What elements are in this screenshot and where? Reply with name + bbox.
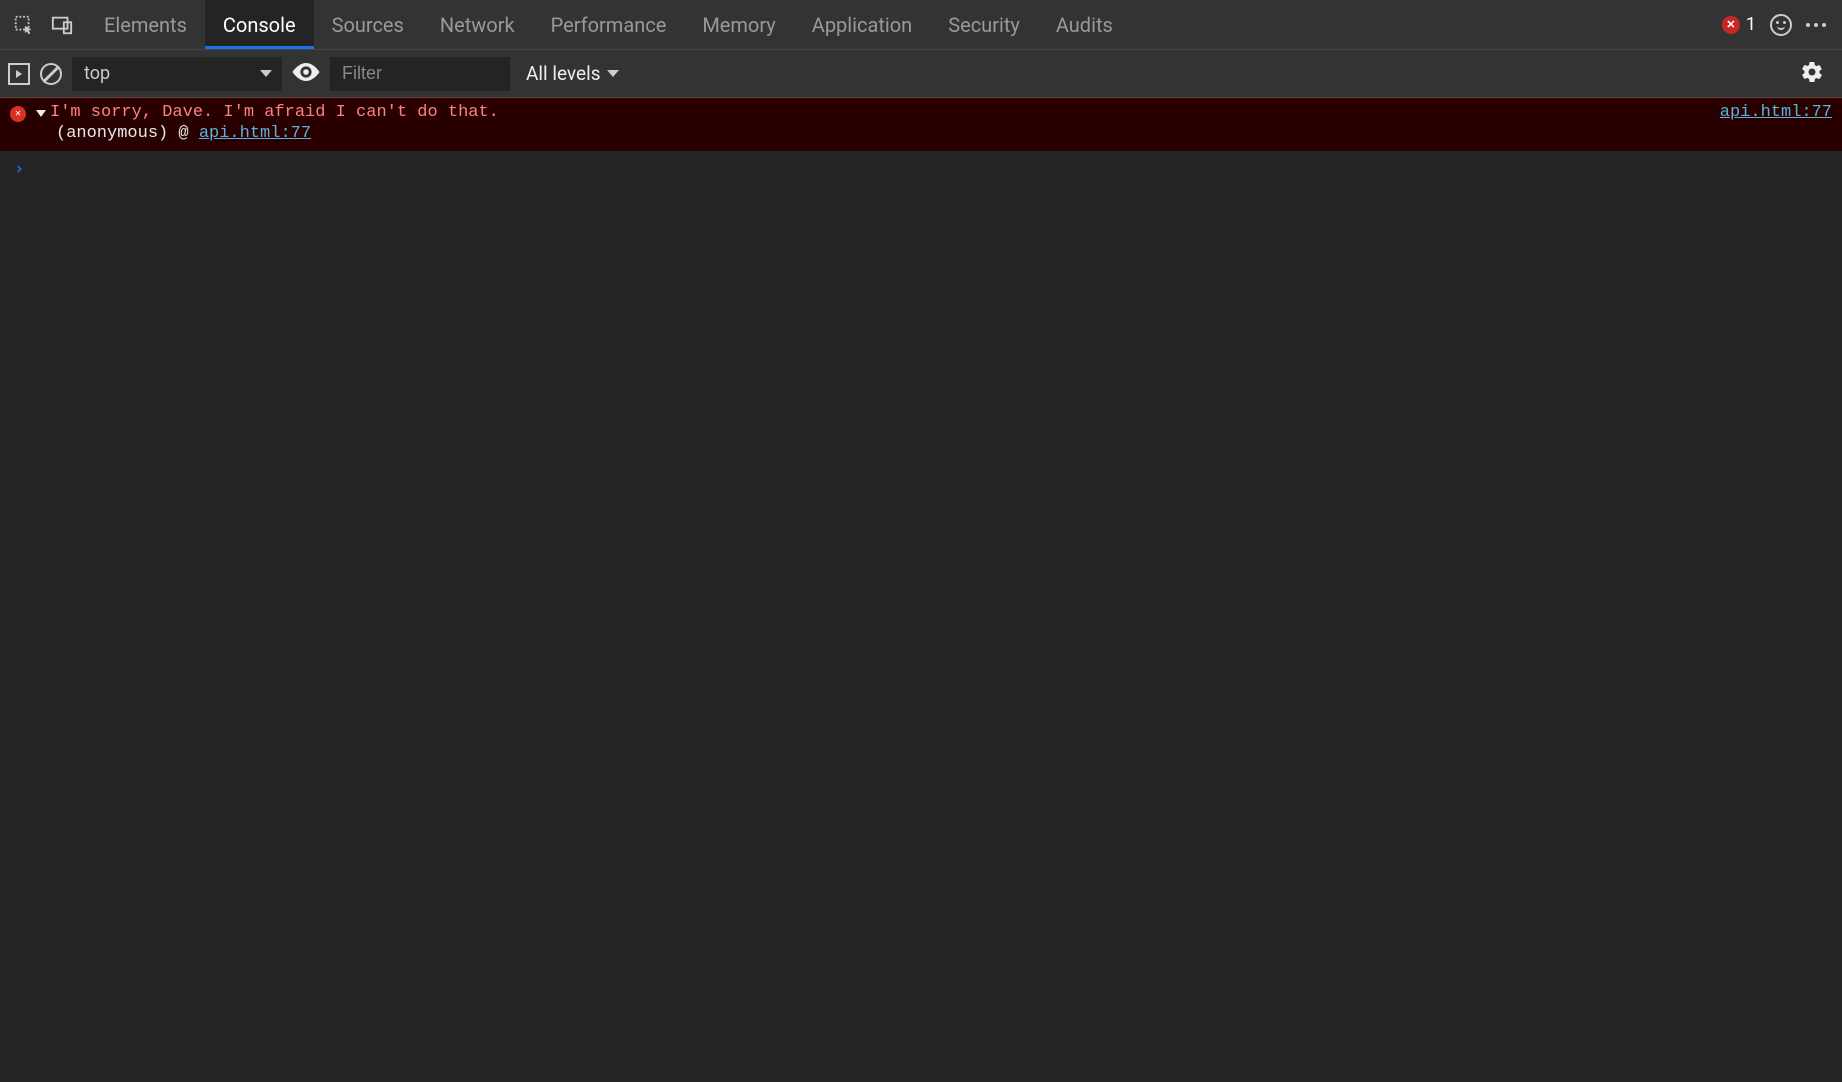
tab-network[interactable]: Network [422, 0, 533, 49]
stack-frame: (anonymous) [56, 124, 168, 143]
settings-icon[interactable] [1800, 60, 1824, 88]
error-icon: ✕ [1722, 16, 1740, 34]
devtools-tab-bar: Elements Console Sources Network Perform… [0, 0, 1842, 50]
tab-security[interactable]: Security [930, 0, 1038, 49]
feedback-icon[interactable] [1770, 14, 1792, 36]
tab-elements[interactable]: Elements [86, 0, 205, 49]
console-error-entry: ✕ I'm sorry, Dave. I'm afraid I can't do… [0, 98, 1842, 151]
tab-performance[interactable]: Performance [533, 0, 685, 49]
error-count-badge[interactable]: ✕ 1 [1722, 14, 1756, 35]
tab-bar-right: ✕ 1 [1722, 14, 1842, 36]
error-row: ✕ I'm sorry, Dave. I'm afraid I can't do… [10, 103, 1832, 122]
expand-toggle-icon[interactable] [36, 110, 46, 117]
tab-bar-left-icons [0, 13, 86, 37]
filter-input[interactable] [330, 57, 510, 91]
stack-at: @ [178, 124, 188, 143]
levels-label: All levels [526, 62, 601, 85]
toggle-console-sidebar-icon[interactable] [8, 63, 30, 85]
stack-trace-row: (anonymous) @ api.html:77 [10, 124, 1832, 143]
tab-console[interactable]: Console [205, 0, 314, 49]
tab-application[interactable]: Application [794, 0, 930, 49]
error-message: I'm sorry, Dave. I'm afraid I can't do t… [50, 103, 499, 122]
toolbar-right [1800, 60, 1834, 88]
tab-audits[interactable]: Audits [1038, 0, 1131, 49]
source-link[interactable]: api.html:77 [1720, 103, 1832, 122]
context-label: top [84, 63, 110, 84]
chevron-down-icon [260, 70, 272, 77]
console-prompt[interactable]: › [0, 151, 1842, 187]
error-icon: ✕ [10, 106, 26, 122]
console-output: ✕ I'm sorry, Dave. I'm afraid I can't do… [0, 98, 1842, 1082]
tab-memory[interactable]: Memory [684, 0, 793, 49]
stack-link[interactable]: api.html:77 [199, 124, 311, 143]
log-levels-select[interactable]: All levels [520, 62, 625, 85]
console-input[interactable] [43, 159, 1676, 179]
devtools-tabs: Elements Console Sources Network Perform… [86, 0, 1131, 49]
inspect-element-icon[interactable] [12, 13, 36, 37]
execution-context-select[interactable]: top [72, 57, 282, 91]
tab-sources[interactable]: Sources [314, 0, 422, 49]
console-toolbar: top All levels [0, 50, 1842, 98]
live-expression-icon[interactable] [292, 63, 320, 85]
chevron-down-icon [607, 70, 619, 77]
more-menu-icon[interactable] [1806, 23, 1826, 27]
clear-console-icon[interactable] [40, 63, 62, 85]
error-count: 1 [1746, 14, 1756, 35]
prompt-caret-icon: › [14, 159, 24, 179]
device-toolbar-icon[interactable] [50, 13, 74, 37]
